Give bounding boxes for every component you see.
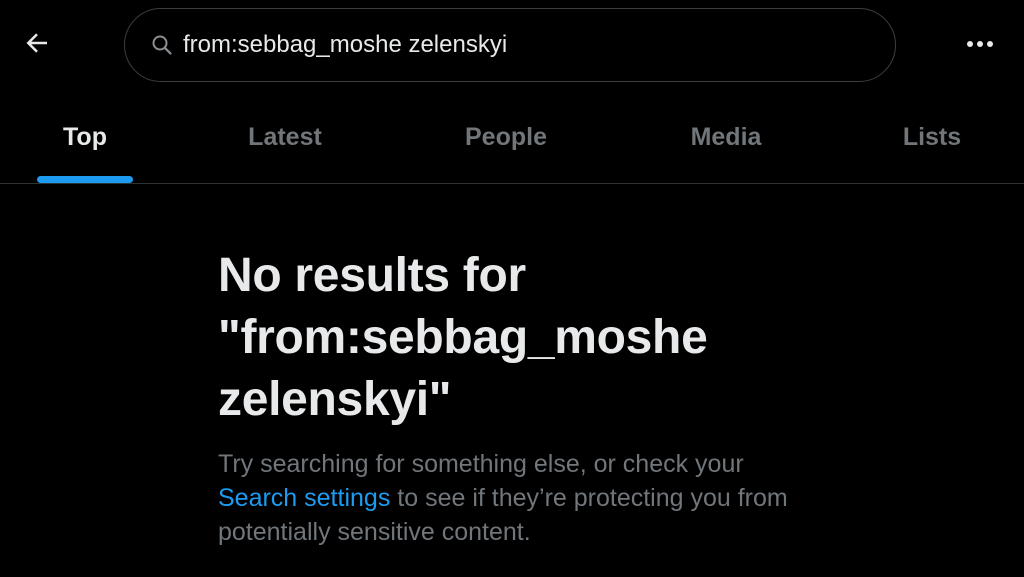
more-horizontal-icon [965,36,995,54]
search-input[interactable] [183,31,823,59]
empty-state-description: Try searching for something else, or che… [218,447,808,549]
tab-latest[interactable]: Latest [225,92,345,183]
tab-label: Lists [902,123,962,151]
tab-lists[interactable]: Lists [872,92,992,183]
search-header [0,0,1024,92]
search-settings-link[interactable]: Search settings [218,484,390,512]
tab-label: Top [63,123,107,151]
more-options-button[interactable] [955,22,1005,68]
empty-state: No results for "from:sebbag_moshe zelens… [218,245,818,549]
tab-label: People [465,123,547,151]
back-button[interactable] [14,22,60,68]
tab-label: Latest [248,123,322,151]
tab-top[interactable]: Top [37,92,133,183]
search-icon [149,32,175,58]
title-line: zelenskyi" [218,373,452,426]
tab-media[interactable]: Media [666,92,786,183]
active-tab-indicator [37,176,133,183]
description-text: Try searching for something else, or che… [218,450,744,478]
title-line: "from:sebbag_moshe [218,311,708,364]
tab-people[interactable]: People [446,92,566,183]
search-tabs: Top Latest People Media Lists [0,92,1024,184]
tab-label: Media [690,123,762,151]
arrow-left-icon [22,28,52,63]
title-line: No results for [218,249,526,302]
search-box[interactable] [124,8,896,82]
empty-state-title: No results for "from:sebbag_moshe zelens… [218,245,818,431]
